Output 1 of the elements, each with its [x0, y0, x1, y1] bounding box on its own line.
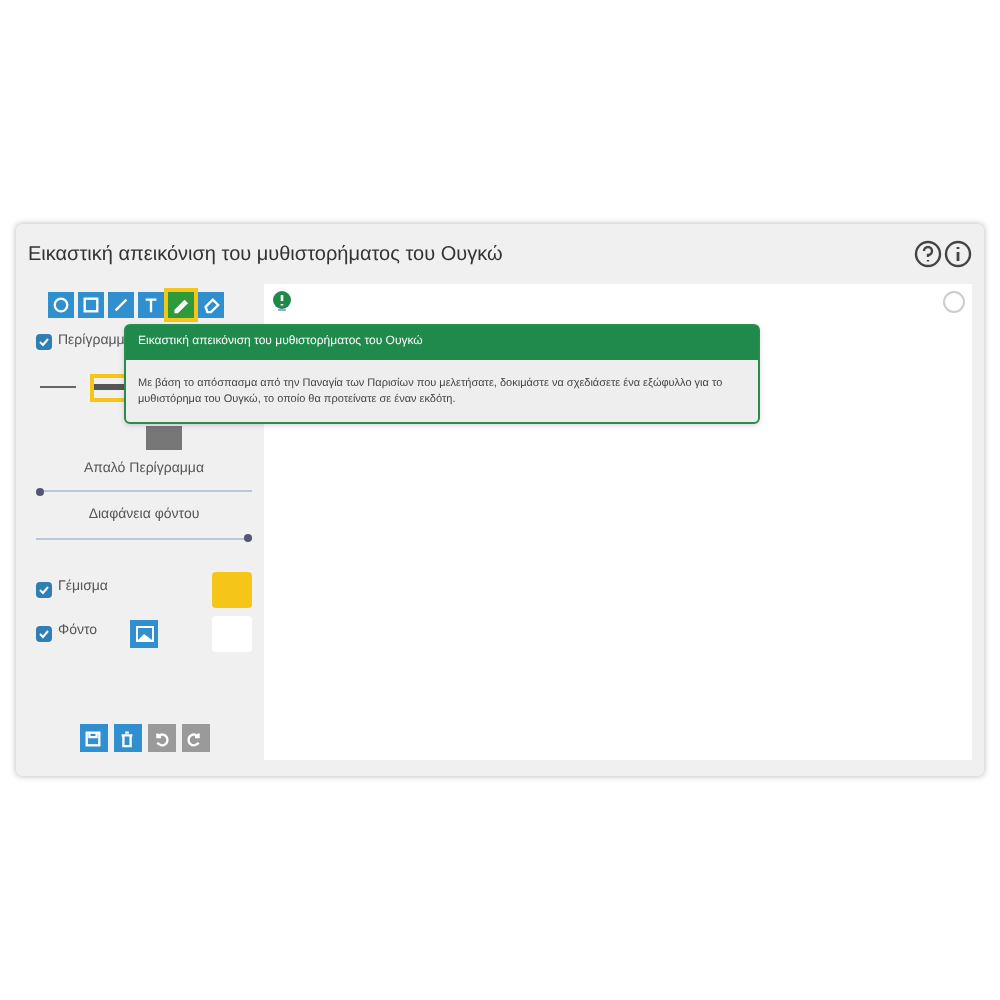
window-title: Εικαστική απεικόνιση του μυθιστορήματος του Ουγκώ: [28, 241, 503, 269]
